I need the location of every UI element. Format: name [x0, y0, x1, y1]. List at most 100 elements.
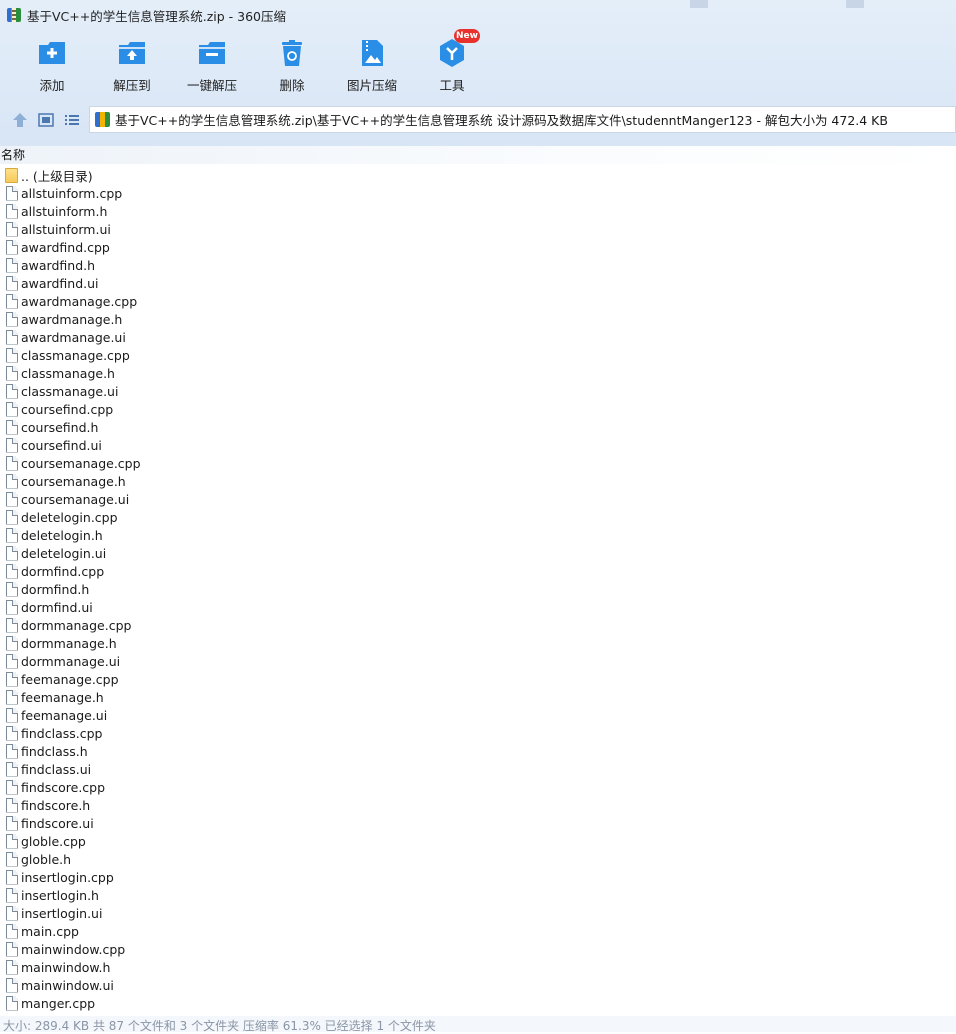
file-name: awardmanage.cpp	[21, 293, 138, 309]
file-row[interactable]: awardfind.h	[0, 256, 956, 274]
up-arrow-icon[interactable]	[10, 110, 30, 130]
file-row[interactable]: dormmanage.h	[0, 634, 956, 652]
file-name: mainwindow.ui	[21, 977, 114, 993]
file-name: awardmanage.h	[21, 311, 123, 327]
archive-app-icon	[7, 8, 21, 22]
file-row[interactable]: coursemanage.h	[0, 472, 956, 490]
column-header-name[interactable]: 名称	[0, 146, 956, 164]
add-button[interactable]: 添加	[12, 34, 92, 98]
address-bar[interactable]: 基于VC++的学生信息管理系统.zip\基于VC++的学生信息管理系统 设计源码…	[89, 106, 956, 133]
thumbnail-view-icon[interactable]	[36, 110, 56, 130]
file-name: findclass.ui	[21, 761, 92, 777]
file-row[interactable]: manger.cpp	[0, 994, 956, 1012]
file-icon	[6, 761, 18, 777]
file-row[interactable]: globle.h	[0, 850, 956, 868]
file-name: awardfind.cpp	[21, 239, 110, 255]
file-name: dormmanage.h	[21, 635, 117, 651]
file-icon	[6, 995, 18, 1011]
file-row[interactable]: allstuinform.cpp	[0, 184, 956, 202]
file-row[interactable]: findscore.h	[0, 796, 956, 814]
tools-button[interactable]: 工具	[412, 34, 492, 98]
file-icon	[6, 905, 18, 921]
image-compress-icon	[362, 40, 383, 66]
file-row[interactable]: mainwindow.h	[0, 958, 956, 976]
file-name: classmanage.ui	[21, 383, 119, 399]
file-row[interactable]: coursefind.h	[0, 418, 956, 436]
file-name: awardfind.ui	[21, 275, 99, 291]
list-view-icon[interactable]	[62, 110, 82, 130]
archive-icon	[95, 112, 110, 127]
file-row[interactable]: deletelogin.cpp	[0, 508, 956, 526]
title-bar: 基于VC++的学生信息管理系统.zip - 360压缩	[0, 0, 956, 30]
file-icon	[6, 293, 18, 309]
file-name: allstuinform.cpp	[21, 185, 123, 201]
file-row[interactable]: insertlogin.cpp	[0, 868, 956, 886]
file-row[interactable]: awardfind.ui	[0, 274, 956, 292]
file-row[interactable]: awardmanage.ui	[0, 328, 956, 346]
file-row[interactable]: insertlogin.h	[0, 886, 956, 904]
file-row[interactable]: feemanage.h	[0, 688, 956, 706]
file-row[interactable]: insertlogin.ui	[0, 904, 956, 922]
file-icon	[6, 563, 18, 579]
file-row[interactable]: classmanage.cpp	[0, 346, 956, 364]
file-row[interactable]: main.cpp	[0, 922, 956, 940]
file-row[interactable]: classmanage.h	[0, 364, 956, 382]
file-row[interactable]: coursefind.ui	[0, 436, 956, 454]
parent-folder-row[interactable]: .. (上级目录)	[0, 166, 956, 184]
file-name: insertlogin.ui	[21, 905, 103, 921]
file-row[interactable]: mainwindow.cpp	[0, 940, 956, 958]
file-row[interactable]: findscore.ui	[0, 814, 956, 832]
file-row[interactable]: feemanage.cpp	[0, 670, 956, 688]
file-list: .. (上级目录) allstuinform.cpp allstuinform.h a…	[0, 166, 956, 1014]
file-name: findclass.h	[21, 743, 88, 759]
file-row[interactable]: findclass.ui	[0, 760, 956, 778]
file-row[interactable]: dormmanage.ui	[0, 652, 956, 670]
file-name: coursemanage.ui	[21, 491, 130, 507]
file-icon	[6, 419, 18, 435]
extract-to-button[interactable]: 解压到	[92, 34, 172, 98]
file-icon	[6, 491, 18, 507]
delete-button[interactable]: 删除	[252, 34, 332, 98]
window-control-right[interactable]	[846, 0, 864, 8]
file-name: main.cpp	[21, 923, 79, 939]
file-row[interactable]: globle.cpp	[0, 832, 956, 850]
file-icon	[6, 941, 18, 957]
file-name: globle.h	[21, 851, 72, 867]
image-compress-button[interactable]: 图片压缩	[332, 34, 412, 98]
file-row[interactable]: dormmanage.cpp	[0, 616, 956, 634]
file-row[interactable]: allstuinform.ui	[0, 220, 956, 238]
add-icon	[39, 42, 65, 64]
file-icon	[6, 383, 18, 399]
add-label: 添加	[39, 78, 65, 93]
file-row[interactable]: awardmanage.cpp	[0, 292, 956, 310]
file-row[interactable]: feemanage.ui	[0, 706, 956, 724]
file-name: awardmanage.ui	[21, 329, 126, 345]
file-row[interactable]: allstuinform.h	[0, 202, 956, 220]
file-name: deletelogin.h	[21, 527, 103, 543]
file-row[interactable]: dormfind.h	[0, 580, 956, 598]
file-name: coursefind.h	[21, 419, 99, 435]
file-row[interactable]: coursefind.cpp	[0, 400, 956, 418]
file-icon	[6, 473, 18, 489]
file-row[interactable]: classmanage.ui	[0, 382, 956, 400]
file-row[interactable]: findscore.cpp	[0, 778, 956, 796]
file-name: coursemanage.cpp	[21, 455, 141, 471]
file-row[interactable]: deletelogin.h	[0, 526, 956, 544]
window-control-left[interactable]	[690, 0, 708, 8]
file-row[interactable]: findclass.h	[0, 742, 956, 760]
file-row[interactable]: findclass.cpp	[0, 724, 956, 742]
file-icon	[6, 545, 18, 561]
file-row[interactable]: coursemanage.ui	[0, 490, 956, 508]
one-click-extract-button[interactable]: 一键解压	[172, 34, 252, 98]
file-row[interactable]: deletelogin.ui	[0, 544, 956, 562]
file-icon	[6, 347, 18, 363]
file-name: feemanage.cpp	[21, 671, 119, 687]
file-row[interactable]: mainwindow.ui	[0, 976, 956, 994]
file-row[interactable]: dormfind.cpp	[0, 562, 956, 580]
file-row[interactable]: awardmanage.h	[0, 310, 956, 328]
file-row[interactable]: coursemanage.cpp	[0, 454, 956, 472]
file-name: awardfind.h	[21, 257, 96, 273]
file-icon	[6, 923, 18, 939]
file-row[interactable]: awardfind.cpp	[0, 238, 956, 256]
file-row[interactable]: dormfind.ui	[0, 598, 956, 616]
